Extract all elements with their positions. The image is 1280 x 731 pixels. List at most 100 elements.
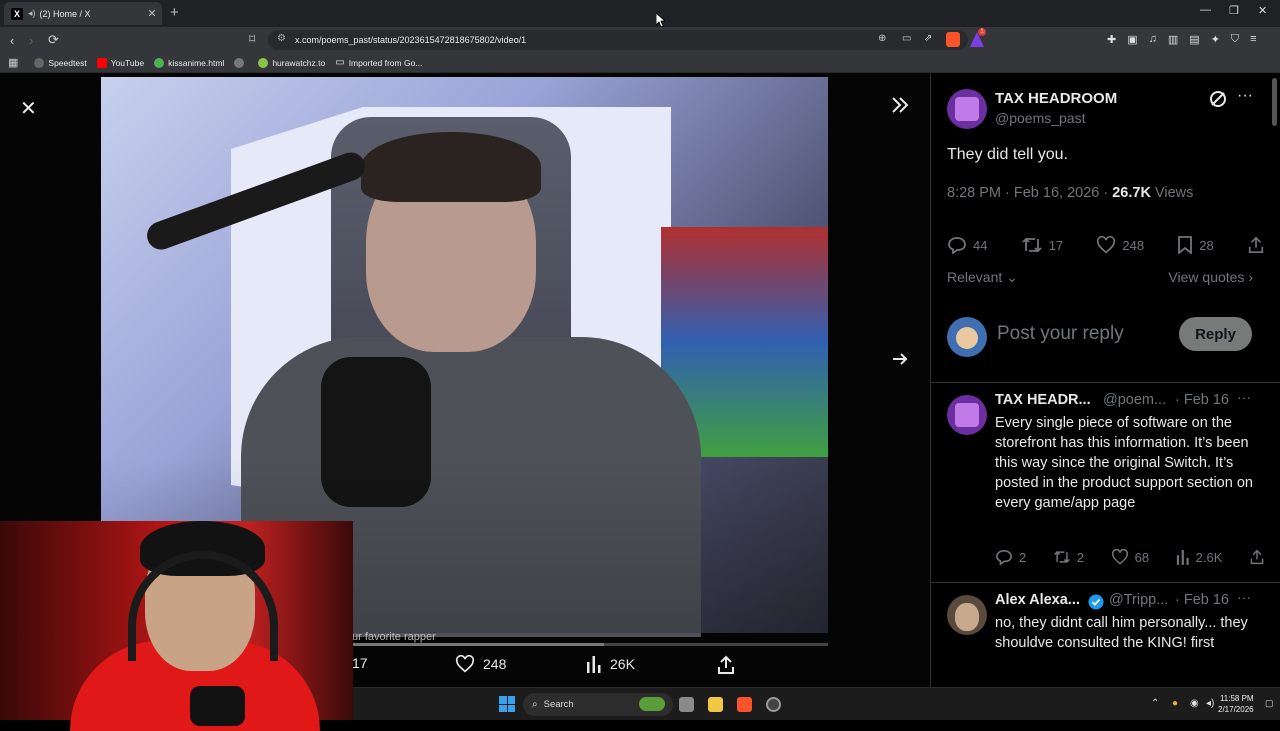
reply-author-name[interactable]: Alex Alexa... xyxy=(995,592,1080,608)
rewards-badge: 1 xyxy=(978,28,986,36)
tweet-text: They did tell you. xyxy=(947,146,1068,163)
reply-author-handle[interactable]: @Tripp... xyxy=(1109,592,1168,608)
reload-icon[interactable]: ⟳ xyxy=(48,32,59,48)
chevron-right-icon: › xyxy=(1248,269,1253,285)
tweet-detail-panel: TAX HEADROOM @poems_past ··· They did te… xyxy=(930,73,1280,687)
reply-item[interactable]: TAX HEADR... @poem... · Feb 16 ··· Every… xyxy=(931,383,1280,583)
brave-browser-icon[interactable] xyxy=(737,697,752,712)
viewer-views[interactable]: 26K xyxy=(586,655,635,673)
bookmark-folder-imported[interactable]: ▭ Imported from Go... xyxy=(335,57,422,68)
reply-input[interactable]: Post your reply xyxy=(997,323,1124,345)
tray-overflow-icon[interactable]: ⌃ xyxy=(1151,698,1159,709)
video-caption: ur favorite rapper xyxy=(352,631,436,643)
start-pane xyxy=(507,704,515,712)
start-button-icon[interactable] xyxy=(499,696,515,712)
views-action[interactable]: 2.6K xyxy=(1176,549,1222,565)
back-icon[interactable]: ‹ xyxy=(10,33,14,48)
share-action[interactable] xyxy=(1247,236,1265,254)
viewer-retweet-count[interactable]: 17 xyxy=(352,655,368,671)
bookmark-icon xyxy=(1178,236,1193,254)
viewer-share-button[interactable] xyxy=(716,655,736,675)
user-avatar[interactable] xyxy=(947,317,987,357)
reply-button[interactable]: Reply xyxy=(1179,317,1252,351)
speaker-icon[interactable]: ◂) xyxy=(28,8,36,19)
search-icon: ⌕ xyxy=(532,699,538,710)
extensions-icon[interactable]: ✚ xyxy=(1107,33,1116,46)
reply-text: no, they didnt call him personally... th… xyxy=(995,615,1248,651)
zoom-icon[interactable]: ⊕ xyxy=(878,33,886,44)
tab-close-icon[interactable]: ✕ xyxy=(145,7,159,20)
reply-icon xyxy=(948,237,966,254)
reply-date[interactable]: · Feb 16 xyxy=(1175,392,1229,408)
maximize-icon[interactable]: ❐ xyxy=(1229,4,1239,17)
bookmark-page-icon[interactable]: ⌑ xyxy=(249,32,255,46)
author-avatar[interactable] xyxy=(947,89,987,129)
browser-tab[interactable]: X ◂) (2) Home / X ✕ xyxy=(4,2,162,25)
more-options-icon[interactable]: ··· xyxy=(1237,87,1253,105)
window-close-icon[interactable]: ✕ xyxy=(1258,4,1267,17)
reply-action[interactable]: 2 xyxy=(995,549,1026,565)
view-quotes-link[interactable]: View quotes › xyxy=(1168,269,1253,286)
like-action[interactable]: 248 xyxy=(1096,236,1144,254)
expand-panel-icon[interactable] xyxy=(890,95,910,115)
notification-icon[interactable]: ▢ xyxy=(1265,698,1274,709)
retweet-action[interactable]: 2 xyxy=(1053,549,1084,565)
more-options-icon[interactable]: ··· xyxy=(1237,389,1251,405)
leo-ai-icon[interactable]: ✦ xyxy=(1211,33,1220,46)
viewer-like-button[interactable]: 248 xyxy=(455,655,506,673)
minimize-icon[interactable]: — xyxy=(1200,4,1211,16)
new-tab-icon[interactable]: + xyxy=(170,4,179,21)
menu-icon[interactable]: ≡ xyxy=(1250,33,1256,46)
reply-author-name[interactable]: TAX HEADR... xyxy=(995,392,1091,408)
brave-shield-icon[interactable] xyxy=(946,32,960,47)
bookmark-action[interactable]: 28 xyxy=(1177,236,1214,254)
tweet-timestamp[interactable]: 8:28 PM · Feb 16, 2026 · xyxy=(947,185,1112,201)
reply-item[interactable]: Alex Alexa... @Tripp... · Feb 16 ··· no,… xyxy=(931,583,1280,687)
mic-icon[interactable]: ● xyxy=(1172,698,1178,709)
bookmark-kissanime[interactable]: kissanime.html xyxy=(154,57,224,68)
volume-icon[interactable]: ◂) xyxy=(1206,698,1214,709)
cast-icon[interactable]: ▭ xyxy=(902,33,911,44)
apps-grid-icon[interactable]: ▦ xyxy=(8,56,18,69)
reply-avatar[interactable] xyxy=(947,595,987,635)
forward-icon[interactable]: › xyxy=(29,33,33,48)
author-handle[interactable]: @poems_past xyxy=(995,110,1085,126)
reply-action[interactable]: 44 xyxy=(947,236,987,254)
task-view-icon[interactable] xyxy=(679,697,694,712)
bookmark-youtube[interactable]: YouTube xyxy=(96,57,144,68)
more-options-icon[interactable]: ··· xyxy=(1237,589,1251,605)
tab-strip: X ◂) (2) Home / X ✕ + — ❐ ✕ xyxy=(0,0,1280,27)
reply-avatar[interactable] xyxy=(947,395,987,435)
vpn-icon[interactable]: ⛉ xyxy=(1231,33,1239,46)
next-media-icon[interactable] xyxy=(890,349,910,369)
reply-actions: 2 2 68 2.6K xyxy=(995,549,1265,565)
share-action[interactable] xyxy=(1249,549,1265,565)
file-explorer-icon[interactable] xyxy=(708,697,723,712)
wallet-icon[interactable]: ▣ xyxy=(1127,33,1137,46)
address-bar[interactable]: ⚙ x.com/poems_past/status/20236154728186… xyxy=(268,28,986,50)
bookmark-speedtest[interactable]: Speedtest xyxy=(34,57,87,68)
bookmark-hurawatch[interactable]: hurawatchz.to xyxy=(258,57,325,68)
site-settings-icon[interactable]: ⚙ xyxy=(277,33,286,44)
taskbar-clock[interactable]: 11:58 PM 2/17/2026 xyxy=(1218,693,1254,715)
bookmark-globe[interactable] xyxy=(234,57,248,68)
panel-scrollbar[interactable] xyxy=(1272,78,1277,126)
youtube-icon xyxy=(96,57,107,68)
app-icon[interactable] xyxy=(766,697,781,712)
share-icon[interactable]: ⇗ xyxy=(924,33,932,44)
reply-author-handle[interactable]: @poem... xyxy=(1103,392,1166,408)
media-icon[interactable]: ♫ xyxy=(1149,33,1157,46)
retweet-action[interactable]: 17 xyxy=(1021,236,1063,254)
taskbar-search[interactable]: ⌕ Search xyxy=(523,693,673,716)
video-progress-bar[interactable] xyxy=(352,643,828,646)
reply-date[interactable]: · Feb 16 xyxy=(1175,592,1229,608)
sidebar-icon[interactable]: ▥ xyxy=(1168,33,1178,46)
sort-dropdown[interactable]: Relevant ⌄ xyxy=(947,269,1018,286)
grok-icon[interactable] xyxy=(1209,90,1227,108)
close-viewer-icon[interactable]: ✕ xyxy=(20,96,37,121)
clock-time: 11:58 PM xyxy=(1219,694,1254,703)
wallet-card-icon[interactable]: ▤ xyxy=(1189,33,1199,46)
network-icon[interactable]: ◉ xyxy=(1190,698,1199,709)
like-action[interactable]: 68 xyxy=(1111,549,1149,565)
author-name[interactable]: TAX HEADROOM xyxy=(995,90,1117,107)
